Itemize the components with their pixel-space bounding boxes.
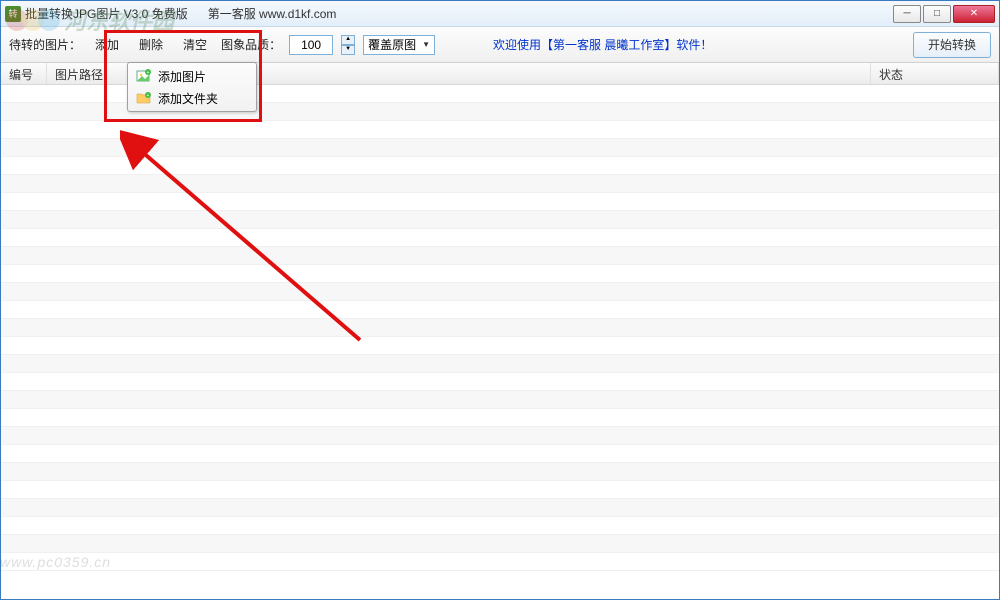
overwrite-combo[interactable]: 覆盖原图 ▼: [363, 35, 435, 55]
add-dropdown-menu: + 添加图片 + 添加文件夹: [127, 62, 257, 112]
site-info: 第一客服 www.d1kf.com: [208, 5, 337, 22]
image-icon: +: [136, 68, 152, 84]
window-controls: ─ □ ✕: [893, 5, 995, 23]
welcome-text: 欢迎使用【第一客服 晨曦工作室】软件！: [493, 36, 712, 53]
minimize-button[interactable]: ─: [893, 5, 921, 23]
table-row: [1, 517, 999, 535]
table-row: [1, 337, 999, 355]
table-row: [1, 355, 999, 373]
add-folder-label: 添加文件夹: [158, 90, 218, 107]
table-row: [1, 463, 999, 481]
app-title: 批量转换JPG图片 V3.0 免费版: [25, 5, 188, 22]
table-row: [1, 211, 999, 229]
table-row: [1, 247, 999, 265]
table-row: [1, 283, 999, 301]
table-row: [1, 535, 999, 553]
table-row: [1, 409, 999, 427]
table-row: [1, 445, 999, 463]
toolbar: 待转的图片： 添加 删除 清空 图象品质： ▲ ▼ 覆盖原图 ▼ 欢迎使用【第一…: [1, 27, 999, 63]
images-label: 待转的图片：: [9, 36, 81, 53]
app-icon: 转: [5, 6, 21, 22]
table-row: [1, 157, 999, 175]
table-row: [1, 391, 999, 409]
table-row: [1, 553, 999, 571]
add-link[interactable]: 添加: [89, 34, 125, 55]
delete-link[interactable]: 删除: [133, 34, 169, 55]
spinner-up[interactable]: ▲: [341, 35, 355, 45]
spinner-down[interactable]: ▼: [341, 45, 355, 55]
clear-link[interactable]: 清空: [177, 34, 213, 55]
quality-spinner: ▲ ▼: [341, 35, 355, 55]
quality-label: 图象品质：: [221, 36, 281, 53]
table-row: [1, 229, 999, 247]
chevron-down-icon: ▼: [422, 40, 430, 49]
table-row: [1, 265, 999, 283]
add-image-label: 添加图片: [158, 68, 206, 85]
svg-text:+: +: [147, 93, 150, 99]
add-folder-item[interactable]: + 添加文件夹: [130, 87, 254, 109]
table-row: [1, 499, 999, 517]
svg-text:+: +: [147, 70, 150, 76]
maximize-button[interactable]: □: [923, 5, 951, 23]
table-row: [1, 373, 999, 391]
table-row: [1, 175, 999, 193]
table-row: [1, 319, 999, 337]
quality-input[interactable]: [289, 35, 333, 55]
col-number[interactable]: 编号: [1, 63, 47, 84]
table-row: [1, 301, 999, 319]
close-button[interactable]: ✕: [953, 5, 995, 23]
titlebar: 转 批量转换JPG图片 V3.0 免费版 第一客服 www.d1kf.com ─…: [1, 1, 999, 27]
table-row: [1, 193, 999, 211]
col-status[interactable]: 状态: [871, 63, 999, 84]
file-grid[interactable]: [1, 85, 999, 599]
table-row: [1, 139, 999, 157]
table-row: [1, 121, 999, 139]
table-row: [1, 481, 999, 499]
start-convert-button[interactable]: 开始转换: [913, 32, 991, 58]
add-image-item[interactable]: + 添加图片: [130, 65, 254, 87]
table-row: [1, 427, 999, 445]
overwrite-label: 覆盖原图: [368, 36, 416, 53]
folder-icon: +: [136, 90, 152, 106]
